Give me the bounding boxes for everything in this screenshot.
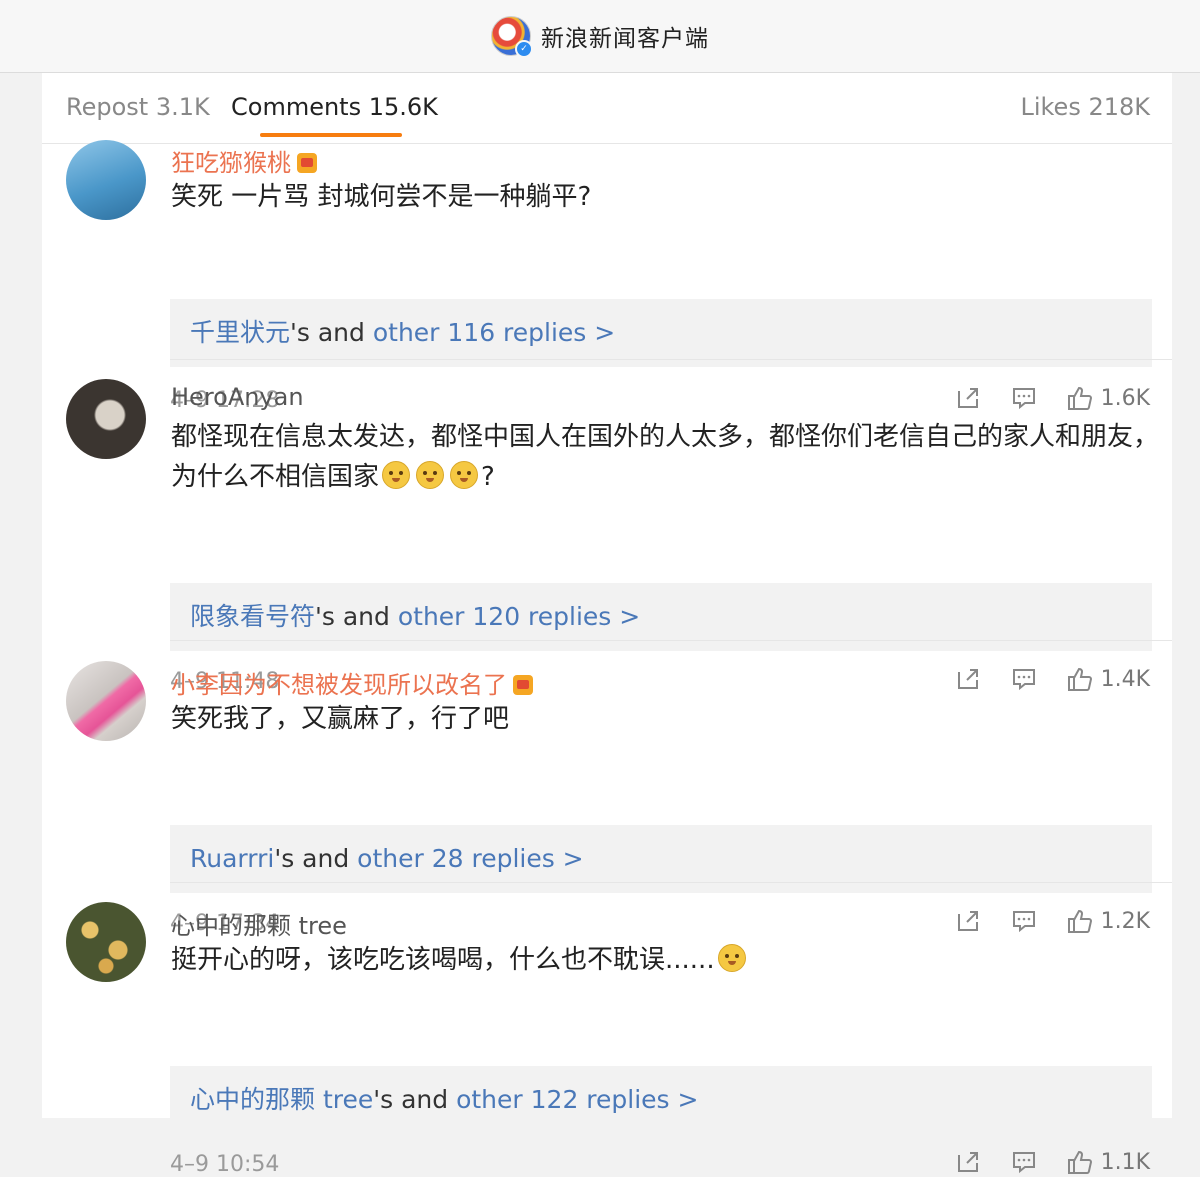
like-count: 1.1K — [1100, 1149, 1150, 1175]
thumbs-up-icon[interactable] — [1067, 385, 1093, 411]
comment-actions: 1.4K — [925, 666, 1150, 692]
tab-likes[interactable]: Likes 218K — [1020, 93, 1150, 121]
avatar[interactable] — [66, 379, 146, 459]
comment-username[interactable]: 狂吃猕猴桃 — [171, 143, 317, 178]
doge-emoji-icon — [382, 461, 411, 489]
avatar[interactable] — [66, 140, 146, 220]
divider — [170, 882, 1172, 883]
comment-username[interactable]: 小李因为不想被发现所以改名了 — [171, 665, 533, 700]
comment-icon[interactable] — [1011, 666, 1037, 692]
reply-username[interactable]: 心中的那颗 tree — [190, 1085, 373, 1114]
verified-icon: ✓ — [515, 40, 533, 58]
divider — [170, 359, 1172, 360]
thumbs-up-icon[interactable] — [1067, 908, 1093, 934]
reply-connector: 's and — [274, 844, 358, 873]
comments-panel: Repost 3.1K Comments 15.6K Likes 218K 狂吃… — [42, 73, 1172, 1177]
thumbs-up-icon[interactable] — [1067, 666, 1093, 692]
crown-badge-icon — [513, 675, 533, 695]
laughing-emoji-icon — [717, 944, 746, 972]
crown-badge-icon — [297, 153, 317, 173]
comment-username[interactable]: HeroAnyan — [171, 383, 304, 411]
replies-link[interactable]: 千里状元's and other 116 replies > — [170, 299, 1152, 367]
more-replies-link[interactable]: other 120 replies > — [398, 602, 640, 631]
share-icon[interactable] — [955, 1149, 981, 1175]
like-count: 1.4K — [1100, 666, 1150, 692]
top-bar: ✓ 新浪新闻客户端 — [0, 0, 1200, 73]
reply-connector: 's and — [373, 1085, 457, 1114]
active-tab-indicator — [260, 133, 402, 137]
reply-connector: 's and — [315, 602, 398, 631]
reply-username[interactable]: Ruarrri — [190, 844, 274, 873]
comment-text: 都怪现在信息太发达，都怪中国人在国外的人太多，都怪你们老信自己的家人和朋友，为什… — [171, 422, 1160, 492]
reply-username[interactable]: 限象看号符 — [190, 602, 315, 631]
more-replies-link[interactable]: other 28 replies > — [357, 844, 583, 873]
comment-text: 笑死我了，又赢麻了，行了吧 — [171, 704, 510, 734]
comment-actions: 1.2K — [925, 908, 1150, 934]
comment-username[interactable]: 心中的那颗 tree — [171, 906, 347, 941]
reply-username[interactable]: 千里状元 — [190, 318, 290, 347]
comment-text: 挺开心的呀，该吃吃该喝喝，什么也不耽误...... — [171, 940, 1161, 980]
share-icon[interactable] — [955, 385, 981, 411]
like-count: 1.6K — [1100, 385, 1150, 411]
account-title[interactable]: 新浪新闻客户端 — [541, 19, 709, 53]
thumbs-up-icon[interactable] — [1067, 1149, 1093, 1175]
sina-news-logo-icon[interactable]: ✓ — [491, 16, 533, 58]
avatar[interactable] — [66, 902, 146, 982]
avatar[interactable] — [66, 661, 146, 741]
more-replies-link[interactable]: other 116 replies > — [373, 318, 615, 347]
comment-actions: 1.6K — [925, 385, 1150, 411]
doge-emoji-icon — [416, 461, 445, 489]
more-replies-link[interactable]: other 122 replies > — [456, 1085, 698, 1114]
divider — [170, 640, 1172, 641]
tab-comments[interactable]: Comments 15.6K — [231, 93, 438, 121]
comment-actions: 1.1K — [925, 1149, 1150, 1175]
like-count: 1.2K — [1100, 908, 1150, 934]
tab-repost[interactable]: Repost 3.1K — [66, 93, 210, 121]
doge-emoji-icon — [450, 461, 479, 489]
reply-connector: 's and — [290, 318, 373, 347]
comment-time: 4–9 10:54 — [170, 1152, 280, 1177]
comment-icon[interactable] — [1011, 385, 1037, 411]
share-icon[interactable] — [955, 666, 981, 692]
replies-link[interactable]: 心中的那颗 tree's and other 122 replies > — [170, 1066, 1152, 1134]
share-icon[interactable] — [955, 908, 981, 934]
comment-text: 笑死 一片骂 封城何尝不是一种躺平? — [171, 182, 592, 212]
comment-icon[interactable] — [1011, 1149, 1037, 1175]
tab-bar: Repost 3.1K Comments 15.6K Likes 218K — [42, 73, 1172, 144]
comment-icon[interactable] — [1011, 908, 1037, 934]
